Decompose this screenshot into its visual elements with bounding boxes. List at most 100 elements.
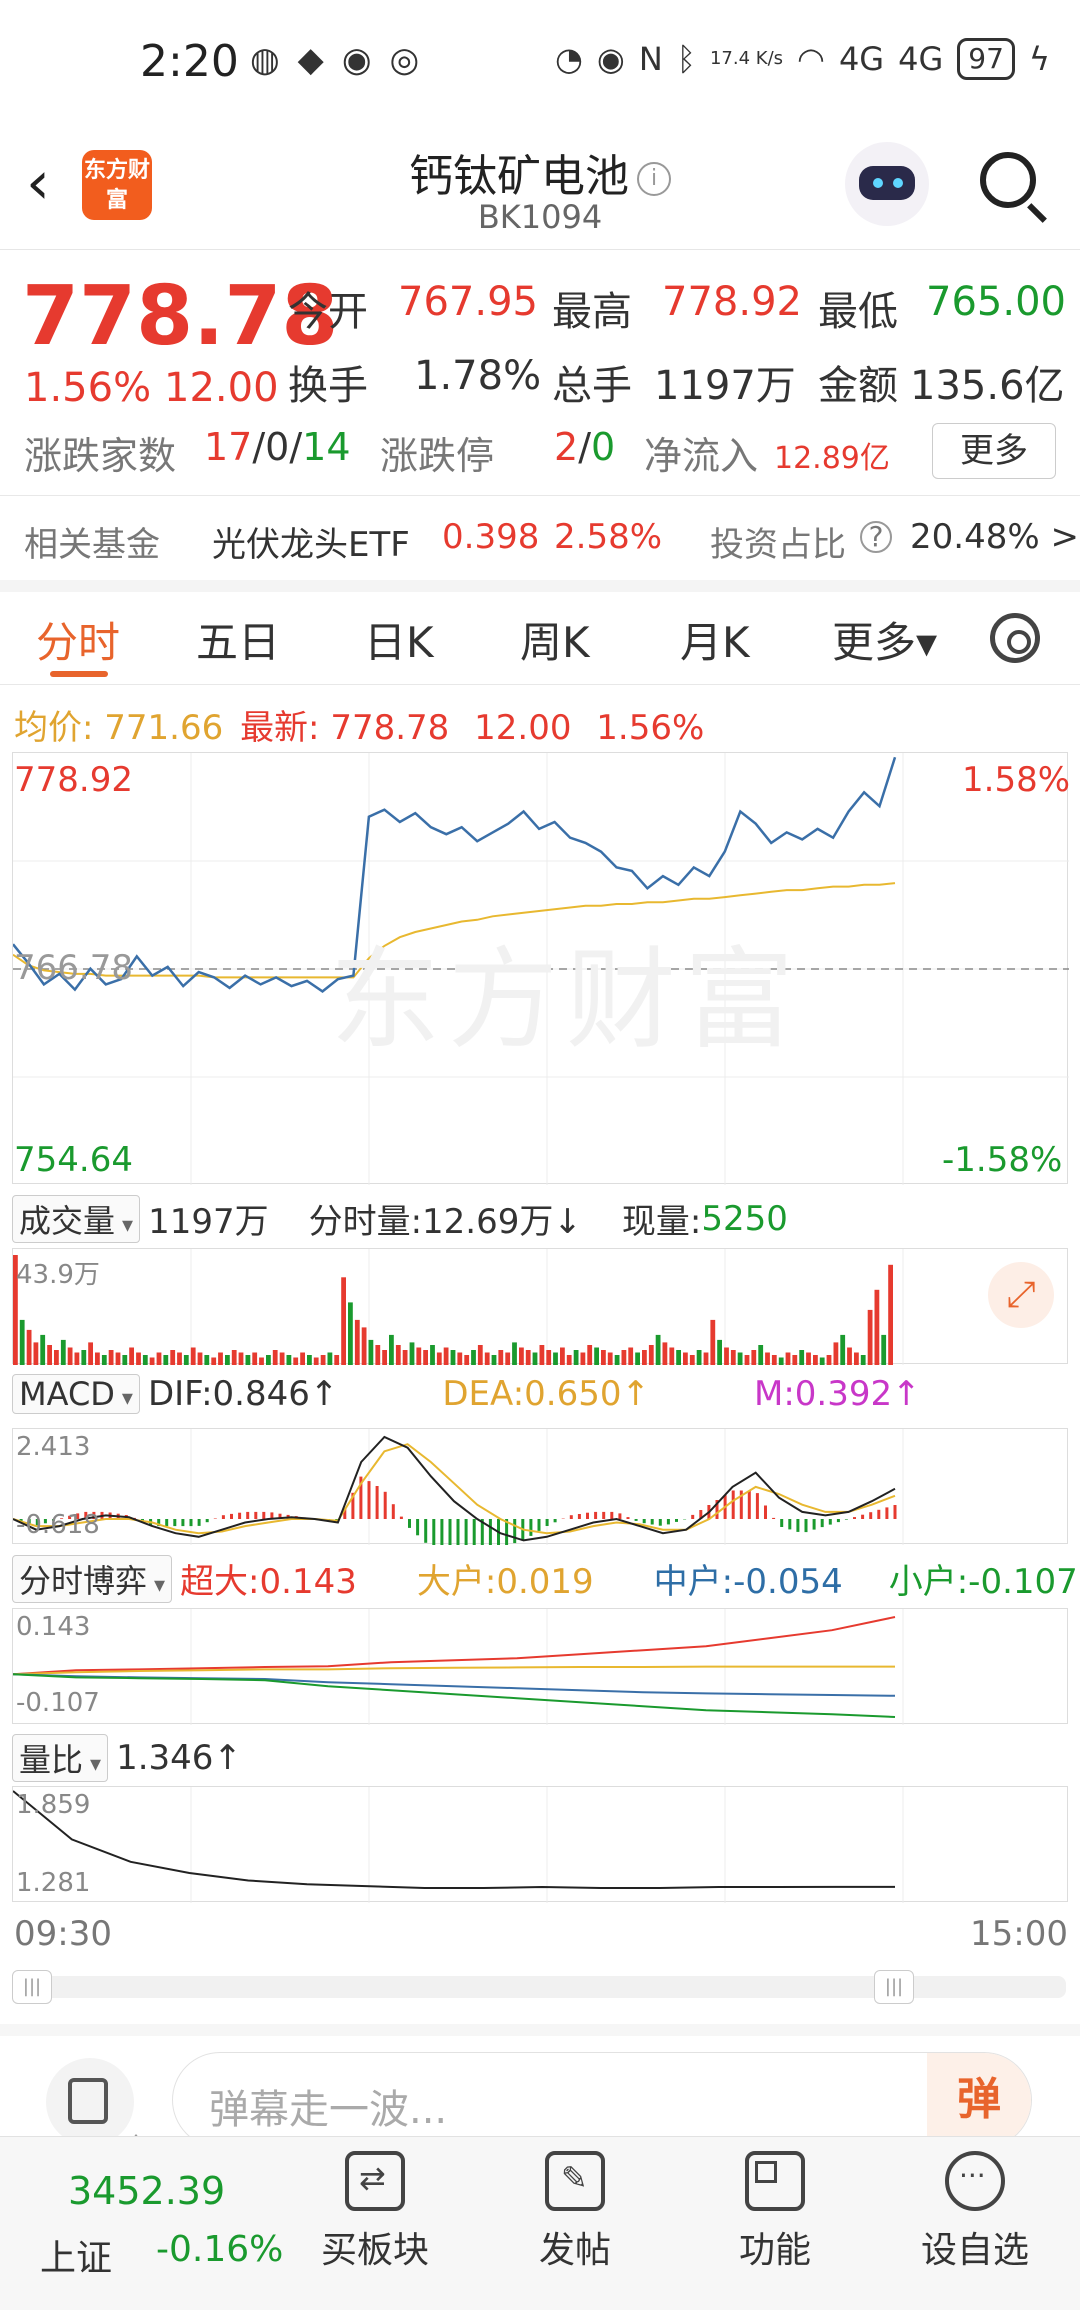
volume-bar bbox=[628, 1347, 634, 1365]
inflow-label: 净流入 bbox=[644, 434, 759, 478]
macd-chart-svg bbox=[13, 1429, 904, 1545]
fund-name[interactable]: 光伏龙头ETF bbox=[212, 517, 410, 566]
volume-bar bbox=[717, 1339, 722, 1365]
assistant-robot-icon[interactable] bbox=[845, 142, 929, 226]
net-speed: 17.4 K/s bbox=[709, 48, 784, 69]
macd-axis-min: -0.618 bbox=[16, 1510, 100, 1540]
volume-bar bbox=[259, 1357, 264, 1365]
amount-label: 金额 bbox=[818, 363, 898, 409]
turnover-value: 1.78% bbox=[414, 353, 542, 399]
tab-weekly-k[interactable]: 周K bbox=[520, 609, 590, 670]
scroller-right-handle[interactable]: ||| bbox=[874, 1970, 914, 2004]
volume-selector[interactable]: 成交量 bbox=[12, 1194, 141, 1243]
investment-ratio-label: 投资占比 bbox=[710, 525, 846, 565]
battery-level: 97 bbox=[957, 38, 1015, 80]
volume-bar bbox=[74, 1352, 80, 1365]
buy-sector-label: 买板块 bbox=[320, 2230, 429, 2271]
ratio-selector[interactable]: 量比 bbox=[12, 1734, 109, 1782]
volume-bar bbox=[190, 1347, 196, 1365]
help-icon[interactable]: ? bbox=[860, 521, 892, 553]
info-icon[interactable]: i bbox=[637, 162, 671, 196]
add-watchlist-button[interactable]: 设自选 bbox=[900, 2151, 1050, 2273]
volume-bar bbox=[519, 1347, 524, 1365]
volume-bar bbox=[744, 1355, 750, 1365]
average-price-row: 均价: 771.66 最新: 778.78 12.00 1.56% bbox=[14, 700, 704, 749]
volume-bar bbox=[854, 1352, 859, 1365]
tab-monthly-k[interactable]: 月K bbox=[680, 609, 750, 670]
buy-sector-button[interactable]: 买板块 bbox=[300, 2151, 450, 2273]
speedometer-icon: ◔ bbox=[554, 40, 583, 78]
volume-bar bbox=[170, 1350, 176, 1365]
volume-bar bbox=[669, 1347, 675, 1365]
time-range-scroller[interactable]: ||| ||| bbox=[12, 1970, 1066, 2004]
danmaku-send-button[interactable]: 弹 bbox=[927, 2053, 1031, 2147]
volume-bar bbox=[532, 1352, 538, 1365]
high-label: 最高 bbox=[552, 289, 632, 335]
volume-bar bbox=[60, 1339, 66, 1365]
change-amount: 12.00 bbox=[164, 365, 279, 411]
volume-bar bbox=[881, 1334, 887, 1365]
tab-more[interactable]: 更多▾ bbox=[832, 609, 937, 670]
tab-five-day[interactable]: 五日 bbox=[196, 609, 280, 670]
volume-bar bbox=[840, 1334, 846, 1365]
danmaku-settings-button[interactable] bbox=[46, 2058, 134, 2146]
flow-small-line bbox=[13, 1673, 896, 1718]
volume-bar bbox=[313, 1357, 319, 1365]
down-count: 14 bbox=[302, 425, 351, 469]
volume-bar bbox=[368, 1339, 374, 1365]
notification-icons: ◍ ◆ ◉ ◎ bbox=[250, 40, 419, 80]
limit-values: 2/0 bbox=[554, 425, 615, 469]
volume-bar bbox=[696, 1350, 702, 1365]
scroller-left-handle[interactable]: ||| bbox=[12, 1970, 52, 2004]
volume-bar bbox=[512, 1342, 517, 1365]
search-icon[interactable] bbox=[980, 152, 1036, 208]
macd-chart[interactable] bbox=[12, 1428, 1068, 1545]
bottom-bar: 3452.39 上证 -0.16% 买板块 发帖 功能 设自选 bbox=[0, 2136, 1080, 2310]
sector-name: 钙钛矿电池 bbox=[409, 151, 629, 202]
volume-bar bbox=[101, 1355, 107, 1365]
more-button[interactable]: 更多 bbox=[932, 423, 1056, 479]
macd-selector[interactable]: MACD bbox=[12, 1374, 140, 1414]
limit-label: 涨跌停 bbox=[380, 434, 495, 478]
low-label: 最低 bbox=[818, 289, 898, 335]
volume-chart[interactable] bbox=[12, 1248, 1068, 1365]
volume-bar bbox=[416, 1347, 422, 1365]
expand-icon[interactable]: ⤢ bbox=[988, 1262, 1054, 1328]
separator: / bbox=[252, 425, 266, 469]
tab-daily-k[interactable]: 日K bbox=[364, 609, 434, 670]
volume-bar bbox=[758, 1345, 764, 1365]
weibo-icon: ◎ bbox=[389, 40, 420, 80]
investment-ratio-value[interactable]: 20.48% > bbox=[910, 517, 1079, 557]
fund-flow-chart[interactable] bbox=[12, 1608, 1068, 1725]
flow-axis-min: -0.107 bbox=[16, 1688, 100, 1718]
ratio-chart[interactable] bbox=[12, 1786, 1068, 1903]
post-button[interactable]: 发帖 bbox=[500, 2151, 650, 2273]
tab-intraday[interactable]: 分时 bbox=[36, 609, 120, 670]
volume-bar bbox=[874, 1289, 880, 1365]
open-value: 767.95 bbox=[398, 279, 538, 325]
pct-axis-top: 1.58% bbox=[962, 760, 1071, 800]
volume-bar bbox=[67, 1347, 73, 1365]
volume-bar bbox=[266, 1355, 271, 1365]
grid-icon bbox=[745, 2151, 805, 2211]
active-tab-indicator bbox=[50, 671, 108, 677]
volume-bar bbox=[539, 1345, 545, 1365]
ratio-value: 1.346↑ bbox=[116, 1738, 242, 1778]
index-value[interactable]: 3452.39 bbox=[68, 2169, 225, 2213]
index-name[interactable]: 上证 bbox=[40, 2229, 112, 2281]
volume-label: 总手 bbox=[552, 363, 632, 409]
gear-icon[interactable] bbox=[990, 613, 1040, 663]
fund-flow-selector[interactable]: 分时博弈 bbox=[12, 1554, 173, 1603]
separator: / bbox=[578, 425, 591, 469]
volume-bar bbox=[375, 1345, 381, 1365]
breadth-label: 涨跌家数 bbox=[24, 434, 177, 478]
volume-bar bbox=[464, 1355, 470, 1365]
functions-button[interactable]: 功能 bbox=[700, 2151, 850, 2273]
open-label: 今开 bbox=[288, 289, 368, 335]
volume-ratio-line bbox=[13, 1790, 895, 1889]
danmaku-input[interactable]: 弹幕走一波... 弹 bbox=[172, 2052, 1032, 2148]
fund-flow-chart-svg bbox=[13, 1609, 904, 1725]
volume-chart-svg bbox=[13, 1249, 904, 1365]
volume-bar bbox=[156, 1352, 162, 1365]
volume-bar bbox=[163, 1355, 169, 1365]
